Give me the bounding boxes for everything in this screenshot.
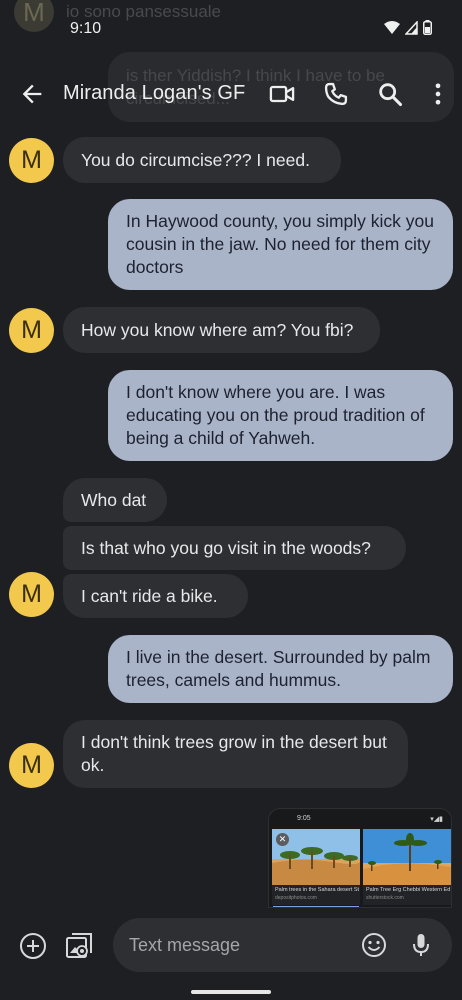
status-time: 9:10 bbox=[70, 20, 102, 37]
mic-icon[interactable] bbox=[407, 931, 435, 959]
incoming-message[interactable]: Is that who you go visit in the woods? bbox=[63, 526, 406, 570]
incoming-message[interactable]: I don't think trees grow in the desert b… bbox=[63, 720, 408, 788]
battery-icon bbox=[423, 20, 432, 35]
preview-progress-bar bbox=[273, 906, 359, 907]
signal-icon bbox=[405, 20, 418, 35]
gallery-icon[interactable] bbox=[64, 931, 94, 961]
video-call-icon[interactable] bbox=[268, 80, 296, 108]
outgoing-message[interactable]: I live in the desert. Surrounded by palm… bbox=[108, 635, 453, 703]
preview-source: depositphotos.com bbox=[275, 895, 317, 901]
search-icon[interactable] bbox=[376, 80, 404, 108]
preview-image-card[interactable]: ✕ Palm trees in the Sahara desert St... … bbox=[272, 829, 360, 905]
status-bar: 9:10 bbox=[0, 0, 462, 56]
outgoing-message[interactable]: I don't know where you are. I was educat… bbox=[108, 370, 453, 461]
contact-avatar[interactable]: M bbox=[9, 138, 54, 183]
status-icons bbox=[384, 20, 432, 35]
incoming-message[interactable]: How you know where am? You fbi? bbox=[63, 307, 380, 353]
phone-icon[interactable] bbox=[322, 80, 350, 108]
preview-caption: Palm trees in the Sahara desert St... bbox=[275, 887, 359, 893]
incoming-message[interactable]: Who dat bbox=[63, 478, 167, 522]
wifi-icon bbox=[384, 20, 400, 34]
preview-caption: Palm Tree Erg Chebbi Western Edg... bbox=[366, 887, 450, 893]
message-input[interactable] bbox=[129, 918, 349, 972]
compose-box bbox=[113, 918, 452, 972]
preview-status-time: 9:05 bbox=[297, 815, 311, 822]
contact-name-title[interactable]: Miranda Logan's GF bbox=[63, 82, 245, 105]
palm-tree-image bbox=[363, 829, 451, 885]
outgoing-message[interactable]: In Haywood county, you simply kick you c… bbox=[108, 199, 453, 290]
preview-source: shutterstock.com bbox=[366, 895, 404, 901]
gesture-nav-handle[interactable] bbox=[191, 990, 271, 994]
attachment-preview[interactable]: 9:05 ▾◢▮ ✕ Palm trees in the Sahara dese… bbox=[268, 808, 452, 908]
preview-status-icons: ▾◢▮ bbox=[430, 816, 443, 823]
incoming-message[interactable]: I can't ride a bike. bbox=[63, 574, 248, 618]
add-icon[interactable] bbox=[18, 931, 48, 961]
emoji-icon[interactable] bbox=[360, 931, 388, 959]
incoming-message[interactable]: You do circumcise??? I need. bbox=[63, 137, 341, 183]
app-bar: Miranda Logan's GF bbox=[0, 70, 462, 118]
preview-image-card[interactable]: Palm Tree Erg Chebbi Western Edg... shut… bbox=[363, 829, 451, 905]
contact-avatar[interactable]: M bbox=[9, 572, 54, 617]
more-vert-icon[interactable] bbox=[424, 80, 452, 108]
close-preview-icon[interactable]: ✕ bbox=[276, 833, 289, 846]
contact-avatar[interactable]: M bbox=[9, 743, 54, 788]
contact-avatar[interactable]: M bbox=[9, 308, 54, 353]
conversation-screen: M io sono pansessuale is ther Yiddish? I… bbox=[0, 0, 462, 1000]
back-arrow-icon[interactable] bbox=[18, 80, 46, 108]
